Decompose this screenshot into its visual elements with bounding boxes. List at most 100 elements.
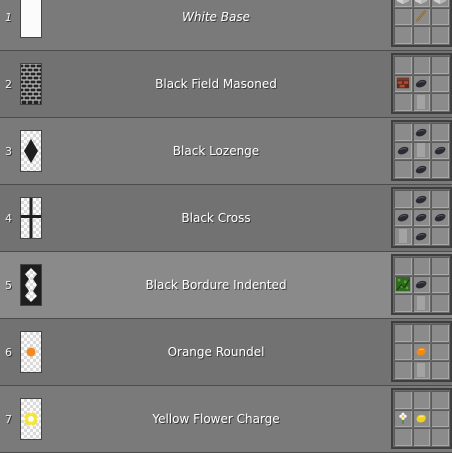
crafting-slot[interactable]: [394, 56, 412, 74]
roundel-banner-icon: [20, 331, 42, 373]
crafting-slot[interactable]: [431, 56, 449, 74]
crafting-slot[interactable]: [412, 275, 431, 294]
crafting-slot[interactable]: [431, 123, 449, 141]
crafting-slot[interactable]: [412, 294, 431, 312]
crafting-slot[interactable]: [431, 208, 449, 227]
crafting-grid: [391, 53, 452, 114]
crafting-slot[interactable]: [394, 208, 412, 227]
crafting-slot[interactable]: [412, 56, 431, 74]
pattern-name: White Base: [182, 10, 250, 24]
crafting-slot[interactable]: [431, 227, 449, 245]
crafting-slot[interactable]: [431, 7, 449, 26]
pattern-name: Black Field Masoned: [155, 77, 277, 91]
crafting-slot[interactable]: [394, 257, 412, 275]
crafting-slot[interactable]: [394, 227, 412, 245]
crafting-slot[interactable]: [412, 93, 431, 111]
pattern-row[interactable]: 1 White Base: [0, 0, 452, 51]
crafting-slot[interactable]: [431, 257, 449, 275]
pattern-row[interactable]: 5 Black Bordure Indented: [0, 252, 452, 319]
crafting-slot[interactable]: [394, 361, 412, 379]
crafting-slot[interactable]: [412, 26, 431, 44]
crafting-slot[interactable]: [394, 294, 412, 312]
crafting-slot[interactable]: [394, 275, 412, 294]
crafting-slot[interactable]: [431, 294, 449, 312]
crafting-slot[interactable]: [431, 0, 449, 7]
crafting-slot[interactable]: [394, 26, 412, 44]
crafting-slot[interactable]: [412, 7, 431, 26]
crafting-grid: [391, 120, 452, 181]
pattern-name: Orange Roundel: [167, 345, 265, 359]
pattern-row[interactable]: 7 Yellow Flower Charge: [0, 386, 452, 453]
crafting-slot[interactable]: [412, 324, 431, 342]
crafting-slot[interactable]: [431, 324, 449, 342]
crafting-slot[interactable]: [394, 409, 412, 428]
row-index: 3: [5, 144, 12, 158]
crafting-grid: [391, 321, 452, 382]
pattern-row[interactable]: 4 Black Cross: [0, 185, 452, 252]
row-index: 6: [5, 345, 12, 359]
crafting-slot[interactable]: [431, 342, 449, 361]
banner-pattern-list: 1 White Base 2 Black Field Masoned 3 Black Lo…: [0, 0, 452, 453]
crafting-slot[interactable]: [394, 391, 412, 409]
crafting-slot[interactable]: [412, 160, 431, 178]
crafting-slot[interactable]: [431, 409, 449, 428]
flower-charge-banner-icon: [20, 398, 42, 440]
crafting-slot[interactable]: [394, 428, 412, 446]
crafting-slot[interactable]: [394, 93, 412, 111]
crafting-slot[interactable]: [412, 428, 431, 446]
pattern-row[interactable]: 2 Black Field Masoned: [0, 51, 452, 118]
crafting-slot[interactable]: [431, 190, 449, 208]
crafting-slot[interactable]: [412, 0, 431, 7]
banner-ghost-icon: [417, 143, 426, 158]
brick-icon: [396, 76, 410, 90]
ink-sac-icon: [414, 229, 428, 243]
lozenge-banner-icon: [20, 130, 42, 172]
crafting-slot[interactable]: [431, 275, 449, 294]
field-masoned-banner-icon: [20, 63, 42, 105]
crafting-slot[interactable]: [412, 227, 431, 245]
pattern-name: Black Bordure Indented: [145, 278, 287, 292]
crafting-slot[interactable]: [394, 0, 412, 7]
crafting-slot[interactable]: [431, 141, 449, 160]
banner-ghost-icon: [417, 363, 426, 378]
white-wool-icon: [414, 0, 428, 5]
crafting-slot[interactable]: [394, 74, 412, 93]
crafting-slot[interactable]: [412, 190, 431, 208]
crafting-slot[interactable]: [412, 342, 431, 361]
crafting-slot[interactable]: [431, 74, 449, 93]
ink-sac-icon: [414, 192, 428, 206]
crafting-slot[interactable]: [412, 141, 431, 160]
crafting-slot[interactable]: [431, 160, 449, 178]
oxeye-daisy-icon: [396, 411, 410, 425]
crafting-slot[interactable]: [394, 324, 412, 342]
crafting-slot[interactable]: [412, 123, 431, 141]
crafting-slot[interactable]: [412, 74, 431, 93]
crafting-slot[interactable]: [431, 361, 449, 379]
orange-dye-icon: [414, 344, 428, 358]
white-wool-icon: [433, 0, 447, 5]
banner-ghost-icon: [417, 296, 426, 311]
pattern-name: Black Cross: [181, 211, 251, 225]
crafting-slot[interactable]: [412, 361, 431, 379]
crafting-slot[interactable]: [412, 391, 431, 409]
pattern-row[interactable]: 6 Orange Roundel: [0, 319, 452, 386]
crafting-slot[interactable]: [431, 391, 449, 409]
crafting-slot[interactable]: [394, 141, 412, 160]
pattern-row[interactable]: 3 Black Lozenge: [0, 118, 452, 185]
ink-sac-icon: [433, 210, 447, 224]
crafting-slot[interactable]: [394, 123, 412, 141]
crafting-slot[interactable]: [394, 190, 412, 208]
crafting-grid: [391, 254, 452, 315]
crafting-slot[interactable]: [431, 93, 449, 111]
crafting-slot[interactable]: [394, 7, 412, 26]
row-index: 4: [5, 211, 12, 225]
cross-banner-icon: [20, 197, 42, 239]
crafting-slot[interactable]: [431, 428, 449, 446]
banner-ghost-icon: [398, 229, 407, 244]
crafting-slot[interactable]: [394, 342, 412, 361]
crafting-slot[interactable]: [394, 160, 412, 178]
crafting-slot[interactable]: [412, 208, 431, 227]
crafting-slot[interactable]: [412, 257, 431, 275]
crafting-slot[interactable]: [412, 409, 431, 428]
crafting-slot[interactable]: [431, 26, 449, 44]
